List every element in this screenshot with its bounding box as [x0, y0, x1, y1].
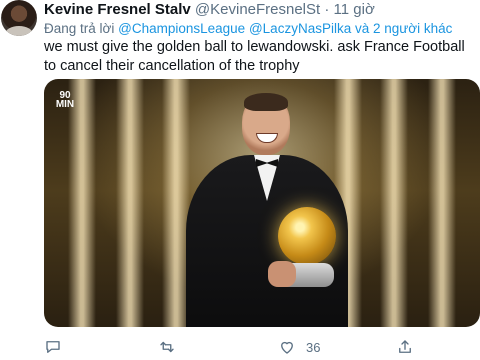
light-column	[116, 79, 144, 327]
avatar-shirt	[5, 26, 33, 36]
reply-prefix: Đang trả lời	[44, 21, 115, 36]
light-column	[428, 79, 456, 327]
light-column	[68, 79, 96, 327]
mention-laczynaspilka[interactable]: @LaczyNasPilka	[249, 21, 351, 36]
retweet-button[interactable]	[158, 338, 176, 356]
mention-championsleague[interactable]: @ChampionsLeague	[118, 21, 245, 36]
separator: ·	[324, 1, 330, 18]
like-count: 36	[306, 339, 321, 355]
player-photo	[172, 93, 362, 327]
tweet-text: we must give the golden ball to lewandow…	[44, 39, 465, 74]
author-name[interactable]: Kevine Fresnel Stalv	[44, 1, 191, 18]
heart-icon	[281, 341, 293, 354]
retweet-icon	[160, 341, 174, 353]
tweet-header: Kevine Fresnel Stalv @KevineFresnelSt · …	[44, 1, 375, 19]
hand	[268, 261, 296, 287]
media-logo: 90 MIN	[55, 90, 75, 110]
hair	[244, 93, 288, 111]
like-button[interactable]: 36	[278, 338, 320, 356]
golden-ball-trophy	[278, 207, 336, 265]
reply-button[interactable]	[44, 338, 62, 356]
timestamp[interactable]: 11 giờ	[334, 1, 375, 18]
reply-others-link[interactable]: và 2 người khác	[355, 21, 452, 36]
share-icon	[399, 340, 411, 353]
author-handle[interactable]: @KevineFresnelSt	[195, 1, 320, 18]
reply-icon	[46, 341, 60, 353]
avatar[interactable]	[1, 0, 37, 36]
tweet-actions: 36	[40, 338, 480, 360]
light-column	[380, 79, 408, 327]
share-button[interactable]	[396, 338, 414, 356]
reply-context: Đang trả lời @ChampionsLeague @LaczyNasP…	[44, 20, 452, 38]
tweet-media-image[interactable]: 90 MIN	[44, 79, 480, 327]
